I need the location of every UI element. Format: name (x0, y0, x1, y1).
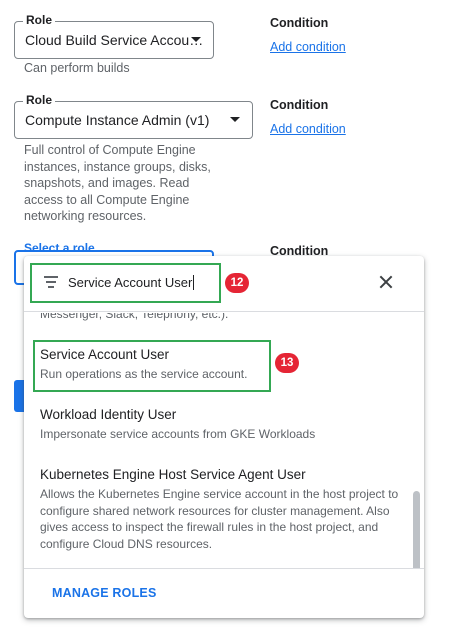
role-label-1: Role (23, 13, 56, 27)
role-select-2[interactable]: Role Compute Instance Admin (v1) (14, 93, 253, 139)
role-label-2: Role (23, 93, 56, 107)
add-condition-link-1[interactable]: Add condition (270, 40, 346, 54)
dropdown-header: Service Account User 12 (24, 256, 424, 312)
filter-input[interactable]: Service Account User (68, 275, 195, 290)
dropdown-arrow-icon (191, 37, 201, 42)
text-cursor (193, 275, 195, 290)
step-badge-13: 13 (275, 353, 299, 373)
add-condition-link-2[interactable]: Add condition (270, 122, 346, 136)
dropdown-footer: MANAGE ROLES (24, 568, 424, 618)
role-description-1: Can perform builds (24, 61, 130, 75)
filter-icon (44, 276, 58, 288)
option-description: Allows the Kubernetes Engine service acc… (40, 487, 399, 551)
step-badge-12: 12 (225, 273, 249, 293)
filter-search-box[interactable]: Service Account User (30, 263, 221, 303)
role-value-2: Compute Instance Admin (v1) (25, 112, 210, 128)
option-title: Workload Identity User (40, 407, 177, 422)
condition-title-2: Condition (270, 98, 329, 112)
filter-input-value: Service Account User (68, 275, 193, 290)
dropdown-arrow-icon (230, 117, 240, 122)
highlight-box (33, 340, 271, 392)
role-description-2: Full control of Compute Engine instances… (24, 143, 211, 223)
option-title: Kubernetes Engine Host Service Agent Use… (40, 467, 306, 482)
option-kubernetes-engine-host-service-agent-user[interactable]: Kubernetes Engine Host Service Agent Use… (40, 466, 412, 552)
role-dropdown-panel: Service Account User 12 Messenger, Slack… (24, 256, 424, 618)
condition-title-1: Condition (270, 16, 329, 30)
close-icon[interactable] (378, 274, 394, 290)
role-options-list[interactable]: Messenger, Slack, Telephony, etc.). Serv… (24, 313, 424, 568)
option-workload-identity-user[interactable]: Workload Identity User Impersonate servi… (40, 406, 412, 443)
role-value-1: Cloud Build Service Accou… (25, 32, 204, 48)
select-role-label: Select a role (24, 241, 95, 255)
manage-roles-button[interactable]: MANAGE ROLES (52, 586, 157, 600)
option-description: Impersonate service accounts from GKE Wo… (40, 427, 316, 441)
scrollbar-thumb[interactable] (413, 491, 420, 568)
role-select-1[interactable]: Role Cloud Build Service Accou… (14, 13, 214, 59)
cut-off-description: Messenger, Slack, Telephony, etc.). (40, 313, 229, 321)
